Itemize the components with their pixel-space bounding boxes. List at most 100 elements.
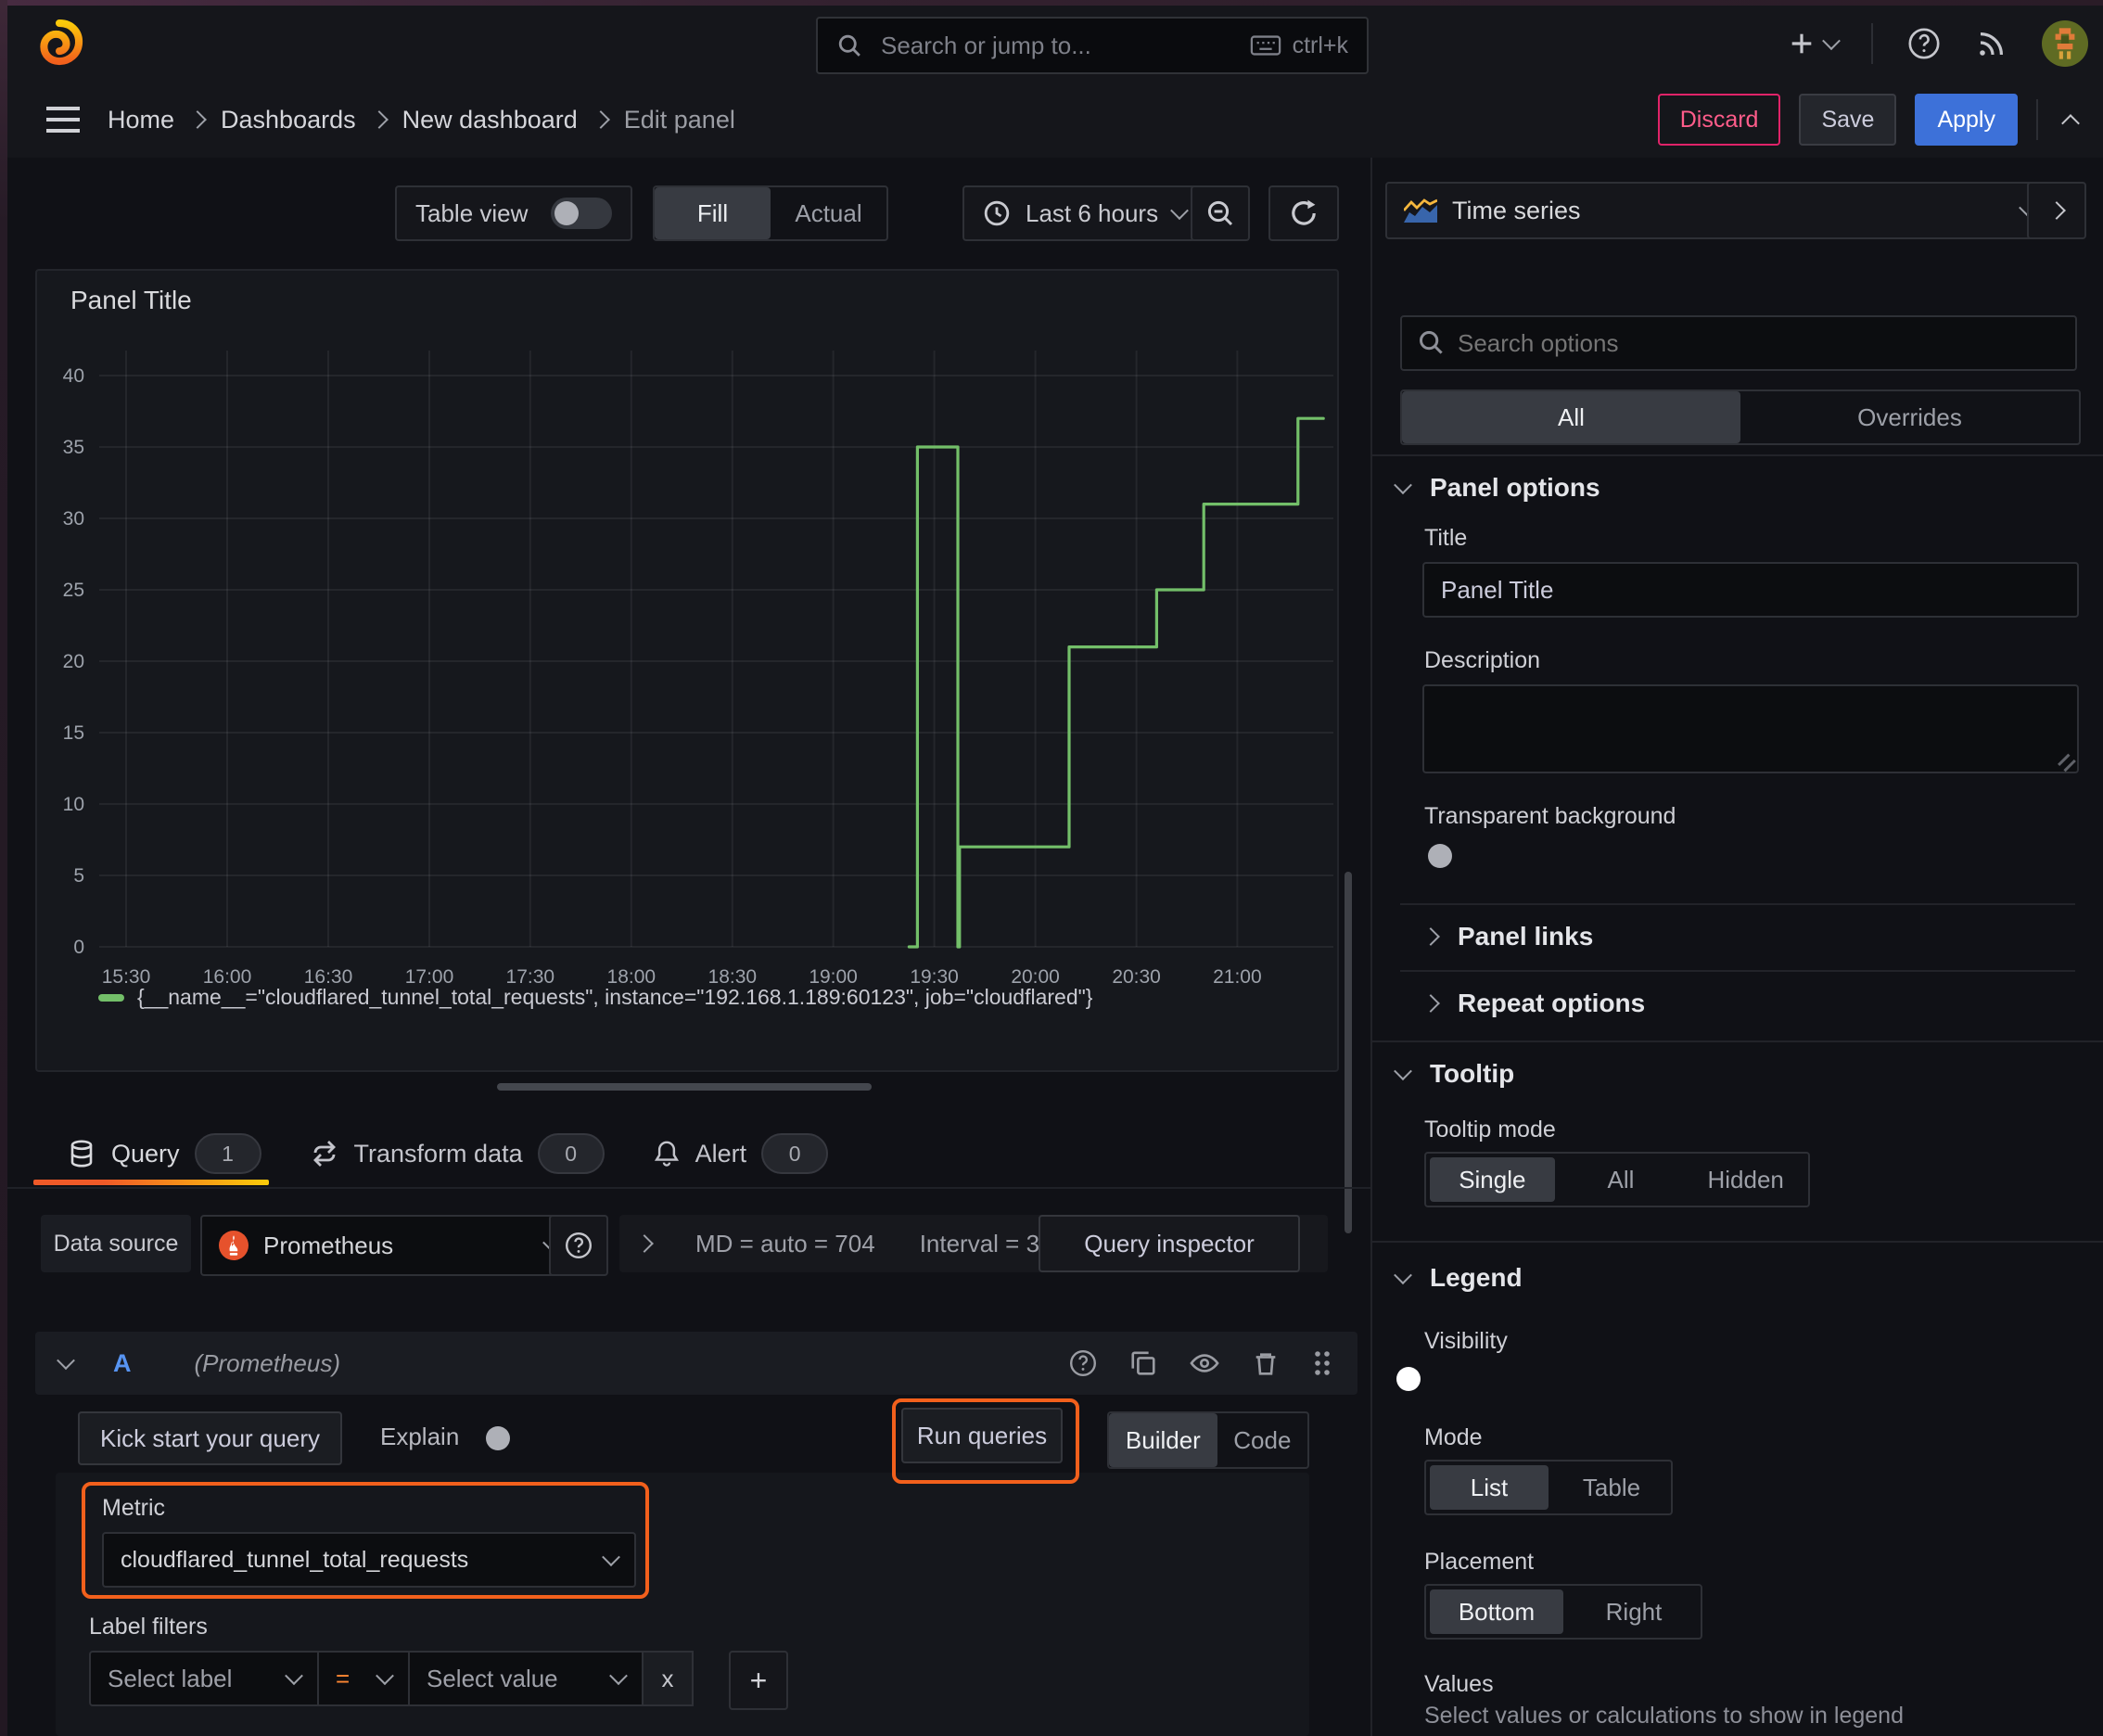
window-edge-top	[0, 0, 2103, 6]
search-options-input[interactable]	[1400, 315, 2077, 371]
keyboard-icon	[1250, 33, 1281, 57]
breadcrumb-dashboards[interactable]: Dashboards	[221, 106, 356, 134]
query-inspector-button[interactable]: Query inspector	[1039, 1215, 1300, 1272]
breadcrumb-bar: Home Dashboards New dashboard Edit panel…	[7, 82, 2103, 160]
breadcrumb-new-dashboard[interactable]: New dashboard	[402, 106, 578, 134]
kick-start-query-button[interactable]: Kick start your query	[78, 1411, 342, 1465]
user-avatar[interactable]	[2042, 20, 2088, 67]
collapse-sidebar-button[interactable]	[2027, 182, 2086, 239]
breadcrumb: Home Dashboards New dashboard Edit panel	[108, 106, 735, 134]
select-label-dropdown[interactable]: Select label	[89, 1651, 319, 1706]
discard-button[interactable]: Discard	[1657, 94, 1781, 146]
run-queries-annotation: Run queries	[892, 1398, 1079, 1484]
svg-text:15: 15	[63, 722, 84, 744]
toggle-visibility-icon[interactable]	[1189, 1349, 1220, 1377]
description-textarea[interactable]	[1422, 684, 2079, 773]
timeseries-chart: 15:30 16:00 16:30 17:00 17:30 18:00 18:30 19:00…	[63, 351, 1333, 988]
actions-divider	[2036, 99, 2038, 140]
apply-button[interactable]: Apply	[1915, 94, 2018, 146]
repeat-options-section[interactable]: Repeat options	[1421, 989, 1645, 1018]
visualization-picker[interactable]: Time series	[1385, 182, 2053, 239]
expand-options-icon[interactable]	[635, 1234, 654, 1253]
breadcrumb-home[interactable]: Home	[108, 106, 174, 134]
query-count-badge: 1	[194, 1133, 261, 1174]
help-button[interactable]	[1906, 26, 1942, 61]
panel-preview[interactable]: Panel Title 15:30 16:00 16:30 17:00 17:30 18:…	[35, 269, 1339, 1072]
tab-query[interactable]: Query 1	[67, 1133, 261, 1174]
resize-notch[interactable]	[2053, 748, 2076, 772]
search-icon	[836, 32, 862, 58]
chevron-down-icon	[1394, 476, 1412, 495]
tooltip-hidden-option[interactable]: Hidden	[1683, 1154, 1808, 1206]
run-queries-button[interactable]: Run queries	[901, 1408, 1063, 1463]
max-data-points-summary: MD = auto = 704	[695, 1229, 875, 1257]
tab-alert[interactable]: Alert 0	[653, 1133, 829, 1174]
placement-right-option[interactable]: Right	[1567, 1586, 1701, 1638]
panel-options-section-header[interactable]: Panel options	[1394, 473, 1600, 503]
datasource-help-button[interactable]	[549, 1215, 608, 1276]
table-view-toggle[interactable]: Table view	[395, 185, 632, 241]
remove-filter-button[interactable]: x	[642, 1651, 694, 1706]
panel-resize-handle[interactable]	[497, 1083, 872, 1091]
legend-table-option[interactable]: Table	[1552, 1462, 1671, 1513]
code-option[interactable]: Code	[1217, 1413, 1307, 1467]
metric-select[interactable]: cloudflared_tunnel_total_requests	[102, 1532, 636, 1588]
panel-links-section[interactable]: Panel links	[1421, 922, 1593, 951]
query-help-icon[interactable]	[1068, 1348, 1098, 1378]
news-rss-button[interactable]	[1975, 27, 2008, 60]
search-input[interactable]	[877, 29, 1235, 62]
svg-text:21:00: 21:00	[1213, 966, 1262, 988]
operator-dropdown[interactable]: =	[317, 1651, 410, 1706]
main-column: Table view Fill Actual Last 6 hours Pane…	[0, 158, 1370, 1736]
table-view-switch[interactable]	[551, 198, 612, 229]
overrides-option[interactable]: Overrides	[1740, 391, 2079, 443]
svg-text:10: 10	[63, 794, 84, 815]
drag-handle-icon[interactable]	[1311, 1348, 1333, 1378]
duplicate-query-icon[interactable]	[1129, 1349, 1157, 1377]
tab-transform[interactable]: Transform data 0	[310, 1133, 605, 1174]
search-icon	[1417, 328, 1445, 356]
menu-toggle[interactable]	[45, 105, 82, 134]
query-datasource-hint: (Prometheus)	[194, 1348, 341, 1377]
zoom-out-button[interactable]	[1191, 185, 1250, 241]
tooltip-single-option[interactable]: Single	[1430, 1157, 1555, 1202]
query-ref-id: A	[113, 1348, 132, 1377]
datasource-name: Prometheus	[263, 1231, 394, 1259]
legend-swatch	[98, 993, 124, 1002]
chevron-down-icon	[1394, 1266, 1412, 1285]
add-new-button[interactable]	[1788, 30, 1841, 57]
legend-section-header[interactable]: Legend	[1394, 1263, 1523, 1293]
query-row-header[interactable]: A (Prometheus)	[35, 1332, 1357, 1395]
legend-list-option[interactable]: List	[1430, 1465, 1549, 1510]
panel-title-input[interactable]	[1422, 562, 2079, 618]
add-filter-button[interactable]: +	[729, 1651, 788, 1710]
label-filters-label: Label filters	[89, 1614, 208, 1640]
values-helper-text: Select values or calculations to show in…	[1424, 1703, 1904, 1729]
tooltip-section-header[interactable]: Tooltip	[1394, 1059, 1514, 1089]
all-option[interactable]: All	[1402, 391, 1740, 443]
prometheus-icon	[219, 1231, 249, 1260]
editor-tabs: Query 1 Transform data 0 Alert 0	[0, 1120, 1370, 1189]
save-button[interactable]: Save	[1799, 94, 1897, 146]
label-filters-row: Select label = Select value x	[89, 1651, 694, 1706]
tooltip-all-option[interactable]: All	[1559, 1154, 1684, 1206]
search-shortcut-label: ctrl+k	[1292, 32, 1348, 58]
fill-option[interactable]: Fill	[655, 187, 771, 239]
divider	[1400, 903, 2075, 905]
divider	[1372, 1040, 2103, 1042]
delete-query-icon[interactable]	[1252, 1349, 1280, 1377]
collapse-query-icon[interactable]	[57, 1351, 75, 1371]
refresh-button[interactable]	[1268, 185, 1339, 241]
datasource-picker[interactable]: Prometheus	[200, 1215, 577, 1276]
explain-label: Explain	[380, 1423, 460, 1450]
actual-option[interactable]: Actual	[771, 187, 886, 239]
select-value-dropdown[interactable]: Select value	[408, 1651, 644, 1706]
legend-item[interactable]: {__name__="cloudflared_tunnel_total_requ…	[98, 985, 1092, 1010]
collapse-header-button[interactable]	[2057, 96, 2084, 145]
placement-bottom-option[interactable]: Bottom	[1430, 1589, 1563, 1634]
chevron-down-icon	[602, 1548, 620, 1567]
builder-option[interactable]: Builder	[1109, 1413, 1217, 1467]
global-search[interactable]: ctrl+k	[816, 17, 1369, 74]
time-range-picker[interactable]: Last 6 hours	[962, 185, 1207, 241]
grafana-logo[interactable]	[33, 17, 85, 69]
